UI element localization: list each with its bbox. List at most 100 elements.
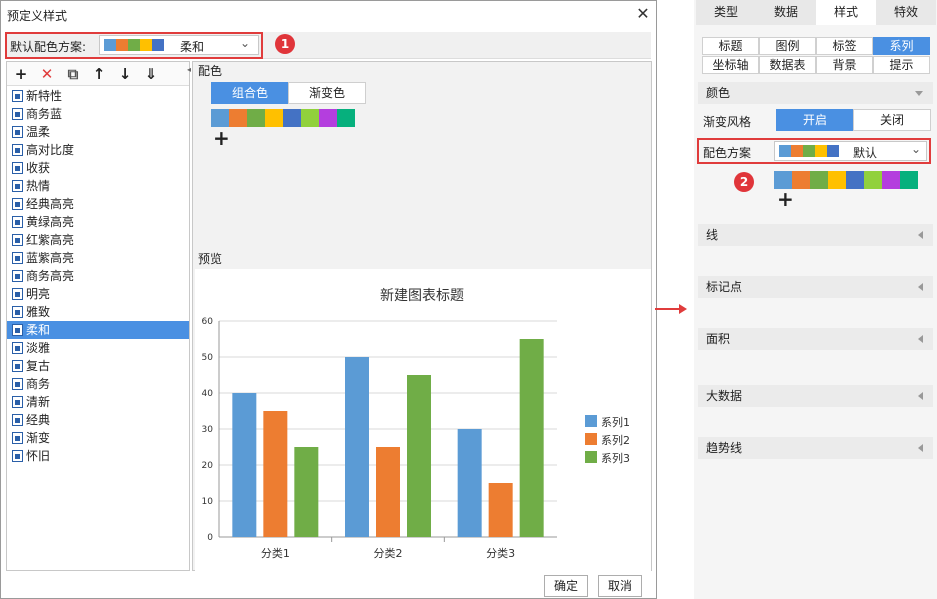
list-item[interactable]: 商务蓝: [7, 105, 189, 123]
x-tick-label: 分类1: [261, 546, 290, 560]
scheme-dropdown[interactable]: 默认 ⌄: [774, 141, 927, 161]
scheme-icon: [12, 108, 23, 120]
gradient-on-button[interactable]: 开启: [776, 109, 854, 131]
side-tab[interactable]: 类型: [696, 0, 756, 25]
side-tab[interactable]: 数据: [756, 0, 816, 25]
list-item-label: 高对比度: [26, 143, 75, 157]
list-item[interactable]: 明亮: [7, 285, 189, 303]
side-tab[interactable]: 特效: [876, 0, 936, 25]
side-subtab[interactable]: 图例: [759, 37, 816, 55]
list-item[interactable]: 高对比度: [7, 141, 189, 159]
list-item[interactable]: 收获: [7, 159, 189, 177]
cancel-button[interactable]: 取消: [598, 575, 642, 597]
expand-left-icon: [918, 444, 923, 452]
list-item[interactable]: 渐变: [7, 429, 189, 447]
copy-icon[interactable]: ⧉: [63, 64, 83, 84]
section-header[interactable]: 面积: [698, 328, 933, 350]
color-section-header[interactable]: 颜色: [698, 82, 933, 104]
palette-color-swatch[interactable]: [229, 109, 247, 127]
color-swatch: [791, 145, 803, 157]
list-item[interactable]: 商务高亮: [7, 267, 189, 285]
chevron-down-icon: ⌄: [240, 36, 251, 50]
legend-label: 系列2: [601, 433, 630, 447]
x-tick-label: 分类3: [486, 546, 515, 560]
section-header[interactable]: 线: [698, 224, 933, 246]
tab-combination-color[interactable]: 组合色: [211, 82, 289, 104]
sort-down-icon[interactable]: ⇓: [141, 64, 161, 84]
legend-swatch: [585, 451, 597, 463]
style-side-panel: 类型 数据 样式 特效 标题 图例 标签 系列坐标轴 数据表 背景 提示 颜色 渐变风格 开启 关…: [694, 0, 937, 599]
bar-chart: 新建图表标题 0 10 20 30 40 50 60 分类1 分类2 分类3 系列1 系列2 系列3: [202, 288, 630, 560]
color-swatch: [140, 39, 152, 51]
palette-color-swatch[interactable]: [211, 109, 229, 127]
gradient-off-button[interactable]: 关闭: [853, 109, 931, 131]
list-item[interactable]: 经典高亮: [7, 195, 189, 213]
color-swatch: [827, 145, 839, 157]
palette-color-swatch[interactable]: [900, 171, 918, 189]
list-item[interactable]: 新特性: [7, 87, 189, 105]
palette-row: [774, 171, 918, 192]
collapse-arrow-icon[interactable]: ◂: [187, 65, 191, 74]
palette-color-swatch[interactable]: [882, 171, 900, 189]
add-color-button[interactable]: +: [213, 128, 230, 148]
palette-color-swatch[interactable]: [864, 171, 882, 189]
side-subtab[interactable]: 标签: [816, 37, 873, 55]
section-header[interactable]: 大数据: [698, 385, 933, 407]
legend-label: 系列1: [601, 415, 630, 429]
palette-color-swatch[interactable]: [265, 109, 283, 127]
palette-color-swatch[interactable]: [792, 171, 810, 189]
side-subtab[interactable]: 背景: [816, 56, 873, 74]
list-item[interactable]: 温柔: [7, 123, 189, 141]
gradient-style-label: 渐变风格: [703, 115, 752, 129]
scheme-label: 配色方案: [703, 146, 752, 160]
section-header[interactable]: 标记点: [698, 276, 933, 298]
list-item-label: 热情: [26, 179, 51, 193]
down-arrow-icon[interactable]: ↓: [115, 64, 135, 84]
up-arrow-icon[interactable]: ↑: [89, 64, 109, 84]
palette-color-swatch[interactable]: [846, 171, 864, 189]
list-item[interactable]: 雅致: [7, 303, 189, 321]
list-item[interactable]: 复古: [7, 357, 189, 375]
scheme-icon: [12, 270, 23, 282]
delete-icon[interactable]: ✕: [37, 64, 57, 84]
default-scheme-label: 默认配色方案:: [10, 40, 87, 54]
close-icon[interactable]: ✕: [633, 3, 653, 25]
side-subtab[interactable]: 系列: [873, 37, 930, 55]
plus-icon[interactable]: +: [11, 64, 31, 84]
section-title: 标记点: [706, 280, 743, 294]
section-header[interactable]: 趋势线: [698, 437, 933, 459]
palette-color-swatch[interactable]: [828, 171, 846, 189]
callout-marker-1: 1: [275, 34, 295, 54]
scheme-icon: [12, 450, 23, 462]
list-item[interactable]: 淡雅: [7, 339, 189, 357]
add-color-button[interactable]: +: [777, 189, 794, 209]
list-item[interactable]: 怀旧: [7, 447, 189, 465]
y-tick-label: 10: [202, 497, 214, 507]
tab-gradient-color[interactable]: 渐变色: [288, 82, 366, 104]
side-tab[interactable]: 样式: [816, 0, 876, 25]
side-subtab[interactable]: 提示: [873, 56, 930, 74]
list-item[interactable]: 热情: [7, 177, 189, 195]
palette-color-swatch[interactable]: [283, 109, 301, 127]
palette-color-swatch[interactable]: [810, 171, 828, 189]
y-tick-label: 0: [207, 533, 213, 543]
list-item[interactable]: 经典: [7, 411, 189, 429]
list-item[interactable]: 黄绿高亮: [7, 213, 189, 231]
palette-color-swatch[interactable]: [247, 109, 265, 127]
palette-color-swatch[interactable]: [319, 109, 337, 127]
palette-color-swatch[interactable]: [301, 109, 319, 127]
list-item[interactable]: 红紫高亮: [7, 231, 189, 249]
list-item[interactable]: 商务: [7, 375, 189, 393]
scheme-icon: [12, 306, 23, 318]
list-item[interactable]: 柔和: [7, 321, 189, 339]
list-item[interactable]: 蓝紫高亮: [7, 249, 189, 267]
side-subtab[interactable]: 数据表: [759, 56, 816, 74]
list-item-label: 商务高亮: [26, 269, 75, 283]
side-subtab[interactable]: 标题: [702, 37, 759, 55]
palette-color-swatch[interactable]: [337, 109, 355, 127]
list-item-label: 商务: [26, 377, 51, 391]
list-item[interactable]: 清新: [7, 393, 189, 411]
ok-button[interactable]: 确定: [544, 575, 588, 597]
default-scheme-dropdown[interactable]: 柔和 ⌄: [99, 35, 259, 55]
side-subtab[interactable]: 坐标轴: [702, 56, 759, 74]
